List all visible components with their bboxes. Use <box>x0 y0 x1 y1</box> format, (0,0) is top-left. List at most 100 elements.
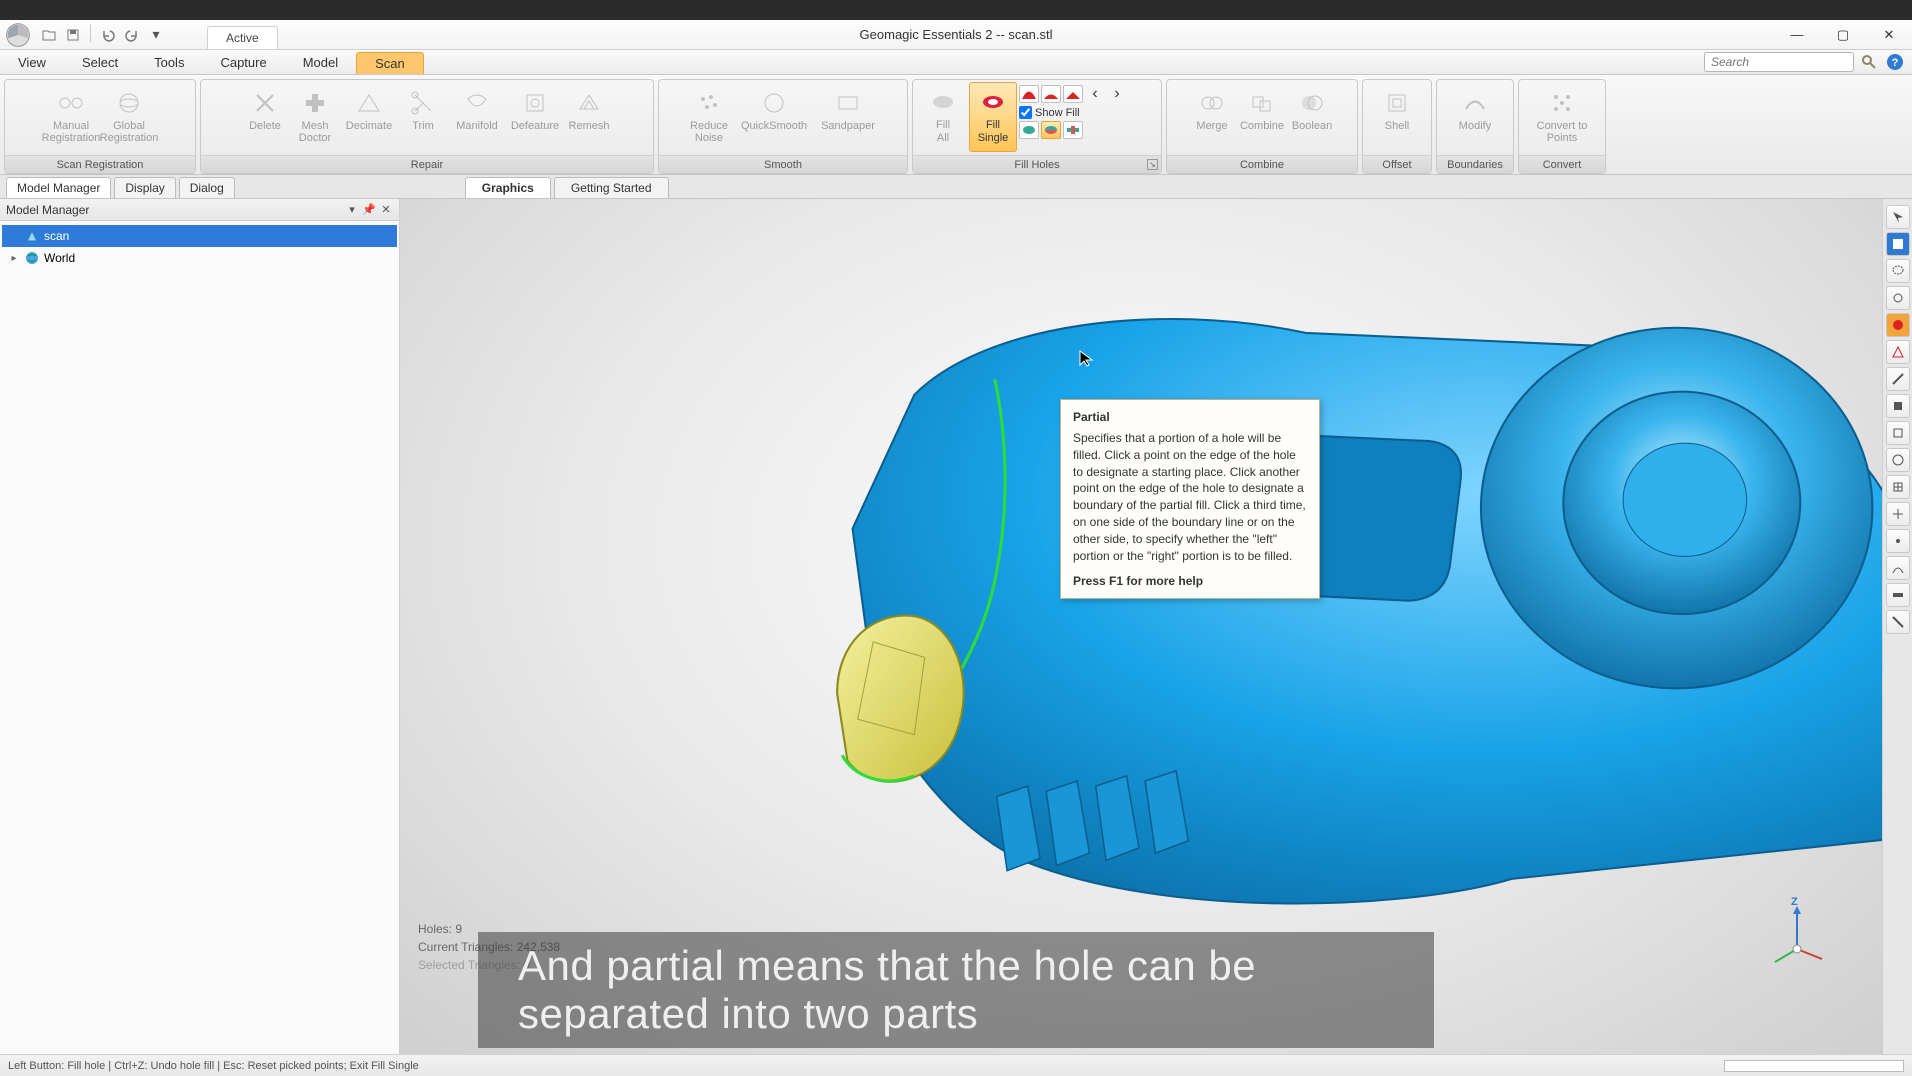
fill-holes-dialog-launcher[interactable]: ↘ <box>1147 159 1158 170</box>
redo-icon[interactable] <box>121 24 143 46</box>
qat-more-icon[interactable]: ▾ <box>145 24 167 46</box>
menu-capture[interactable]: Capture <box>202 50 284 74</box>
group-smooth: Smooth <box>659 155 907 173</box>
modify-button[interactable]: Modify <box>1451 83 1499 153</box>
fill-bridge-icon[interactable] <box>1063 121 1083 139</box>
rt-poly-icon[interactable] <box>1886 340 1910 364</box>
menu-bar: View Select Tools Capture Model Scan ? <box>0 50 1912 75</box>
app-logo <box>0 20 36 50</box>
group-offset: Offset <box>1363 155 1431 173</box>
rt-more5-icon[interactable] <box>1886 556 1910 580</box>
rt-visible-icon[interactable] <box>1886 313 1910 337</box>
help-icon[interactable]: ? <box>1884 51 1906 73</box>
defeature-button[interactable]: Defeature <box>507 83 563 153</box>
manifold-button[interactable]: Manifold <box>449 83 505 153</box>
close-button[interactable]: ✕ <box>1866 20 1912 50</box>
fill-prev-icon[interactable]: ‹ <box>1085 84 1105 104</box>
fill-complete-icon[interactable] <box>1019 121 1039 139</box>
ribbon: Manual Registration Global Registration … <box>0 75 1912 175</box>
rt-select-icon[interactable] <box>1886 205 1910 229</box>
manual-registration-button[interactable]: Manual Registration <box>43 83 99 153</box>
fill-partial-icon[interactable] <box>1041 121 1061 139</box>
undo-icon[interactable] <box>97 24 119 46</box>
rt-through-icon[interactable] <box>1886 394 1910 418</box>
tab-graphics[interactable]: Graphics <box>465 177 551 198</box>
mesh-doctor-button[interactable]: Mesh Doctor <box>291 83 339 153</box>
fill-tangent-icon[interactable] <box>1041 85 1061 103</box>
save-icon[interactable] <box>62 24 84 46</box>
document-tab-row: Model Manager Display Dialog Graphics Ge… <box>0 175 1912 199</box>
decimate-button[interactable]: Decimate <box>341 83 397 153</box>
shell-button[interactable]: Shell <box>1373 83 1421 153</box>
quicksmooth-button[interactable]: QuickSmooth <box>735 83 813 153</box>
gizmo-z-label: Z <box>1791 896 1798 908</box>
fill-all-button[interactable]: Fill All <box>919 82 967 152</box>
group-scan-registration: Scan Registration <box>5 155 195 173</box>
rt-more2-icon[interactable] <box>1886 475 1910 499</box>
fill-flat-icon[interactable] <box>1063 85 1083 103</box>
tab-getting-started[interactable]: Getting Started <box>554 177 669 198</box>
title-bar: ▾ Active Geomagic Essentials 2 -- scan.s… <box>0 20 1912 50</box>
reduce-noise-button[interactable]: Reduce Noise <box>685 83 733 153</box>
panel-dropdown-icon[interactable]: ▾ <box>345 203 359 217</box>
progress-bar <box>1724 1060 1904 1072</box>
menu-model[interactable]: Model <box>285 50 356 74</box>
rt-more6-icon[interactable] <box>1886 583 1910 607</box>
rt-more4-icon[interactable] <box>1886 529 1910 553</box>
show-fill-checkbox[interactable]: Show Fill <box>1019 106 1127 119</box>
combine-button[interactable]: Combine <box>1238 83 1286 153</box>
rt-more1-icon[interactable] <box>1886 448 1910 472</box>
tab-display[interactable]: Display <box>114 177 175 198</box>
menu-tools[interactable]: Tools <box>136 50 202 74</box>
workspace-tab-active[interactable]: Active <box>207 26 278 49</box>
rt-back-icon[interactable] <box>1886 421 1910 445</box>
menu-select[interactable]: Select <box>64 50 136 74</box>
tree-item-scan[interactable]: scan <box>2 225 397 247</box>
world-icon <box>24 250 40 266</box>
rt-brush-icon[interactable] <box>1886 286 1910 310</box>
merge-button[interactable]: Merge <box>1188 83 1236 153</box>
view-gizmo[interactable]: Z <box>1767 904 1827 964</box>
menu-scan[interactable]: Scan <box>356 52 424 74</box>
search-input[interactable] <box>1704 52 1854 72</box>
panel-title: Model Manager <box>6 203 89 217</box>
sandpaper-button[interactable]: Sandpaper <box>815 83 881 153</box>
fill-single-button[interactable]: Fill Single <box>969 82 1017 152</box>
group-repair: Repair <box>201 155 653 173</box>
trim-button[interactable]: Trim <box>399 83 447 153</box>
panel-close-icon[interactable]: ✕ <box>379 203 393 217</box>
delete-button[interactable]: Delete <box>241 83 289 153</box>
rt-more7-icon[interactable] <box>1886 610 1910 634</box>
minimize-button[interactable]: — <box>1774 20 1820 50</box>
rt-line-icon[interactable] <box>1886 367 1910 391</box>
open-icon[interactable] <box>38 24 60 46</box>
fill-next-icon[interactable]: › <box>1107 84 1127 104</box>
convert-to-points-button[interactable]: Convert to Points <box>1526 83 1598 153</box>
remesh-button[interactable]: Remesh <box>565 83 613 153</box>
menu-view[interactable]: View <box>0 50 64 74</box>
boolean-button[interactable]: Boolean <box>1288 83 1336 153</box>
3d-viewport[interactable]: Z Holes: 9 Current Triangles: 242,538 Se… <box>400 199 1882 1054</box>
model-tree: scan ▸ World <box>0 221 399 273</box>
fill-curvature-icon[interactable] <box>1019 85 1039 103</box>
group-fill-holes: Fill Holes↘ <box>913 155 1161 173</box>
caption-overlay: And partial means that the hole can be s… <box>478 932 1434 1048</box>
maximize-button[interactable]: ▢ <box>1820 20 1866 50</box>
svg-text:?: ? <box>1892 57 1899 69</box>
status-text: Left Button: Fill hole | Ctrl+Z: Undo ho… <box>8 1060 419 1072</box>
quick-access-toolbar: ▾ <box>38 24 167 46</box>
right-toolbar <box>1882 199 1912 1054</box>
status-bar: Left Button: Fill hole | Ctrl+Z: Undo ho… <box>0 1054 1912 1076</box>
tree-item-world[interactable]: ▸ World <box>2 247 397 269</box>
rt-more3-icon[interactable] <box>1886 502 1910 526</box>
group-combine: Combine <box>1167 155 1357 173</box>
global-registration-button[interactable]: Global Registration <box>101 83 157 153</box>
group-convert: Convert <box>1519 155 1605 173</box>
model-manager-panel: Model Manager ▾ 📌 ✕ scan ▸ World <box>0 199 400 1054</box>
search-go-icon[interactable] <box>1858 51 1880 73</box>
tab-model-manager[interactable]: Model Manager <box>6 177 111 198</box>
tab-dialog[interactable]: Dialog <box>179 177 235 198</box>
rt-rect-icon[interactable] <box>1886 232 1910 256</box>
rt-lasso-icon[interactable] <box>1886 259 1910 283</box>
panel-pin-icon[interactable]: 📌 <box>362 203 376 217</box>
